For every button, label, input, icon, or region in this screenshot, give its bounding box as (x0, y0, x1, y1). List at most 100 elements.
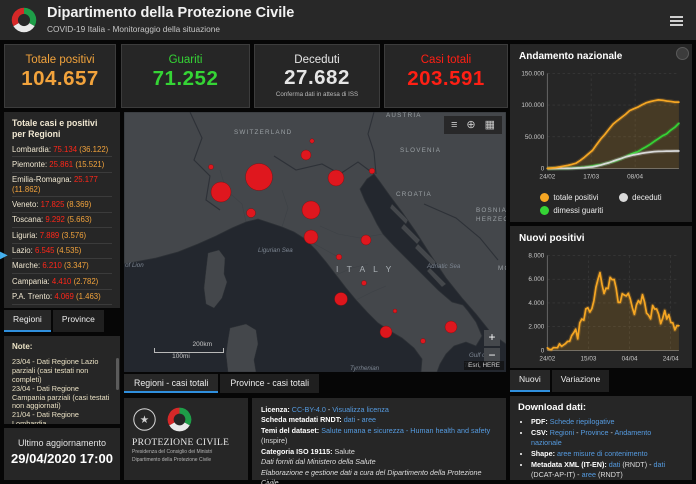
tab-province[interactable]: Province (53, 310, 104, 332)
link[interactable]: aree misure di contenimento (557, 449, 648, 458)
download-title: Download dati: (518, 402, 684, 413)
case-bubble-basilicata[interactable] (421, 339, 426, 344)
link[interactable]: Regioni (550, 428, 574, 437)
case-bubble-friuli-venezia-giulia[interactable] (369, 168, 375, 174)
legend-label: deceduti (632, 193, 661, 202)
notes-list: 23/04 - Dati Regione Lazio parziali (cas… (12, 358, 111, 424)
case-bubble-p-a-bolzano[interactable] (310, 139, 314, 143)
tab-nuovi[interactable]: Nuovi (510, 370, 550, 392)
info-icon[interactable] (676, 47, 689, 60)
case-bubble-marche[interactable] (361, 235, 371, 245)
case-bubble-veneto[interactable] (328, 170, 344, 186)
regions-panel[interactable]: Totale casi e positivi per Regioni Lomba… (4, 112, 120, 308)
svg-text:150.000: 150.000 (521, 70, 544, 77)
text: Scheda metadati RNDT: (261, 415, 344, 424)
header: Dipartimento della Protezione Civile COV… (0, 0, 696, 40)
link[interactable]: Visualizza licenza (332, 405, 389, 414)
layers-icon[interactable]: ▦ (485, 118, 495, 132)
legend-label: totale positivi (553, 193, 598, 202)
link[interactable]: CC-BY-4.0 (292, 405, 326, 414)
stat-value: 104.657 (5, 67, 115, 91)
text: Temi del dataset: (261, 426, 321, 435)
case-bubble-umbria[interactable] (336, 254, 342, 260)
text: CSV: (531, 428, 550, 437)
link[interactable]: dati (609, 460, 621, 469)
menu-icon[interactable] (670, 14, 683, 28)
panel-expand-arrow-icon[interactable]: ▶ (0, 250, 8, 261)
link[interactable]: aree (362, 415, 376, 424)
scale-mi: 100mi (154, 353, 224, 360)
svg-text:2.000: 2.000 (528, 324, 544, 331)
case-bubble-lombardia[interactable] (246, 164, 273, 191)
region-row: Piemonte: 25.861 (15.521) (12, 157, 112, 172)
case-bubble-puglia[interactable] (445, 321, 457, 333)
sidebar-tabs: RegioniProvince (4, 310, 134, 332)
link[interactable]: Province (581, 428, 609, 437)
case-bubble-piemonte[interactable] (211, 182, 231, 202)
map-label: I T A L Y (336, 264, 394, 274)
last-update-label: Ultimo aggiornamento (4, 438, 120, 448)
license-line: Elaborazione e gestione dati a cura del … (261, 468, 497, 484)
map-label: Tyrrhenian (350, 365, 380, 372)
svg-text:0: 0 (541, 348, 545, 355)
legend-icon[interactable]: ≡ (451, 118, 457, 132)
text: Metadata XML (IT-EN): (531, 460, 609, 469)
zoom-in-button[interactable]: + (484, 330, 500, 346)
link[interactable]: Schede riepilogative (550, 417, 615, 426)
region-row: Lazio: 6.545 (4.535) (12, 244, 112, 259)
map-label: Ligurian Sea (258, 247, 293, 254)
tab-regioni-casi-totali[interactable]: Regioni - casi totali (124, 374, 218, 393)
region-row: Liguria: 7.889 (3.576) (12, 228, 112, 243)
case-bubble-p-a-trento[interactable] (301, 150, 311, 160)
case-bubble-valle-d-aosta[interactable] (209, 165, 214, 170)
map-zoom-controls: + − (484, 328, 500, 364)
nuovi-positivi-chart: 8.0006.0004.0002.000024/0215/0304/0424/0… (516, 248, 686, 366)
basemap-icon[interactable]: ⊕ (466, 118, 475, 132)
download-panel: Download dati: PDF: Schede riepilogative… (510, 396, 692, 480)
andamento-nazionale-panel: Andamento nazionale 150.000100.00050.000… (510, 44, 692, 222)
map-panel[interactable]: SWITZERLANDAUSTRIASLOVENIACROATIABOSNIA … (124, 112, 506, 372)
link[interactable]: dati (653, 460, 665, 469)
legend-label: dimessi guariti (553, 206, 603, 215)
case-bubble-abruzzo[interactable] (362, 281, 367, 286)
link[interactable]: dati (344, 415, 356, 424)
regions-list: Lombardia: 75.134 (36.122)Piemonte: 25.8… (12, 142, 112, 305)
tab-variazione[interactable]: Variazione (552, 370, 610, 392)
tab-province-casi-totali[interactable]: Province - casi totali (220, 374, 319, 393)
notes-panel[interactable]: Note: 23/04 - Dati Regione Lazio parzial… (4, 336, 120, 424)
scrollbar[interactable] (116, 358, 119, 390)
text: Dati forniti dal Ministero della Salute (261, 457, 376, 466)
case-bubble-liguria[interactable] (247, 209, 256, 218)
note-item: 21/04 - Dati Regione Lombardia (12, 411, 111, 424)
text: Licenza: (261, 405, 292, 414)
download-item: Metadata XML (IT-EN): dati (RNDT) - dati… (531, 460, 684, 479)
case-bubble-toscana[interactable] (304, 230, 318, 244)
case-bubble-emilia-romagna[interactable] (302, 201, 320, 219)
italy-map[interactable]: SWITZERLANDAUSTRIASLOVENIACROATIABOSNIA … (124, 112, 506, 372)
text: (Inspire) (261, 436, 287, 445)
stat-label: Casi totali (385, 54, 507, 66)
text: Shape: (531, 449, 557, 458)
stat-value: 27.682 (255, 66, 379, 90)
map-attribution: Esri, HERE (464, 361, 504, 370)
map-label: Gulf of Lion (124, 262, 144, 269)
right-tabs: NuoviVariazione (510, 370, 692, 392)
map-tabs: Regioni - casi totaliProvince - casi tot… (124, 374, 319, 393)
case-bubble-campania[interactable] (380, 326, 392, 338)
link[interactable]: Salute umana e sicurezza - Human health … (321, 426, 490, 435)
svg-text:24/04: 24/04 (663, 356, 679, 363)
region-row: Veneto: 17.825 (8.369) (12, 197, 112, 212)
case-bubble-molise[interactable] (393, 309, 397, 313)
svg-text:24/02: 24/02 (539, 356, 555, 363)
org-line-1: Presidenza del Consiglio dei Ministri (132, 449, 240, 456)
tab-regioni[interactable]: Regioni (4, 310, 51, 332)
svg-text:04/04: 04/04 (622, 356, 638, 363)
map-label: AUSTRIA (386, 112, 422, 119)
text: Categoria ISO 19115: (261, 447, 335, 456)
svg-text:08/04: 08/04 (627, 174, 643, 181)
map-label: CROATIA (396, 191, 432, 198)
case-bubble-lazio[interactable] (335, 293, 348, 306)
svg-text:24/02: 24/02 (539, 174, 555, 181)
link[interactable]: aree (582, 470, 596, 479)
org-line-2: Dipartimento della Protezione Civile (132, 457, 240, 464)
